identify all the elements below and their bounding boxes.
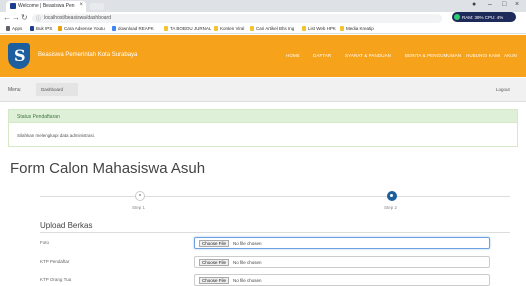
ktp-orang-tua-file-input[interactable]: Choose File No file chosen xyxy=(194,274,490,286)
dashboard-tab[interactable]: Dashboard xyxy=(36,83,78,96)
bookmark-item[interactable]: TA BOBOU JURNAL xyxy=(164,26,211,31)
site-favicon-icon xyxy=(10,3,16,9)
choose-file-button[interactable]: Choose File xyxy=(199,240,229,247)
bookmarks-bar: Apps Buk IPS Cara Adsense Youtu download… xyxy=(0,24,526,34)
bookmark-item[interactable]: Buk IPS xyxy=(30,26,52,31)
url-text: localhost/beasiswa/dashboard xyxy=(44,15,111,21)
bookmark-item[interactable]: Cari Artikel Bhs Ing xyxy=(250,26,294,31)
step-1-label: Step 1 xyxy=(132,205,146,210)
folder-icon xyxy=(302,26,306,31)
sysmon-text: RAM: 39% CPU: 4% xyxy=(462,15,504,20)
url-field[interactable]: ⓘ localhost/beasiswa/dashboard xyxy=(32,14,442,23)
folder-icon xyxy=(30,26,34,31)
page-title: Form Calon Mahasiswa Asuh xyxy=(10,160,206,177)
google-icon xyxy=(112,26,116,31)
new-tab-button[interactable] xyxy=(90,3,104,10)
step-2-label: Step 2 xyxy=(384,205,398,210)
stepper-line xyxy=(40,196,510,197)
section-divider xyxy=(40,232,510,233)
file-status: No file chosen xyxy=(233,260,262,265)
choose-file-button[interactable]: Choose File xyxy=(199,277,229,284)
reload-icon[interactable]: ↻ xyxy=(21,13,28,22)
field-label-ktp-orang-tua: KTP Orang Tua xyxy=(40,277,72,282)
sub-navbar xyxy=(0,78,526,102)
site-brand[interactable]: Beasiswa Pemerintah Kota Surabaya xyxy=(38,52,137,58)
bookmark-item[interactable]: Apps xyxy=(6,26,22,31)
ktp-pendaftar-file-input[interactable]: Choose File No file chosen xyxy=(194,256,490,268)
step-1-indicator[interactable] xyxy=(135,191,145,201)
address-bar-row: ← → ↻ ⓘ localhost/beasiswa/dashboard xyxy=(0,12,526,24)
minimize-icon[interactable]: – xyxy=(488,1,492,8)
user-icon[interactable]: ● xyxy=(472,1,476,8)
window-close-icon[interactable]: × xyxy=(515,1,519,8)
nav-akun[interactable]: AKUN xyxy=(504,53,517,58)
bookmark-item[interactable]: Konten Viral xyxy=(214,26,244,31)
maximize-icon[interactable]: □ xyxy=(502,1,506,8)
browser-tab[interactable]: Welcome | Beasiswa Pen × xyxy=(6,1,86,12)
bookmark-item[interactable]: List Web HPK xyxy=(302,26,336,31)
folder-icon xyxy=(250,26,254,31)
nav-hubungi-kami[interactable]: HUBUNGI KAMI xyxy=(466,53,500,58)
step-2-indicator[interactable] xyxy=(387,191,397,201)
folder-icon xyxy=(214,26,218,31)
nav-berita-pengumuman[interactable]: BERITA & PENGUMUMAN xyxy=(405,53,461,58)
menu-toggle[interactable]: Menu xyxy=(8,87,21,93)
tab-close-icon[interactable]: × xyxy=(79,2,83,8)
back-icon[interactable]: ← xyxy=(3,13,11,22)
logout-link[interactable]: Logout xyxy=(496,87,510,92)
field-label-ktp-pendaftar: KTP Pendaftar xyxy=(40,259,70,264)
site-info-icon[interactable]: ⓘ xyxy=(36,15,41,22)
file-status: No file chosen xyxy=(233,278,262,283)
folder-icon xyxy=(164,26,168,31)
section-title: Upload Berkas xyxy=(40,221,93,230)
bookmark-item[interactable]: download REAPK xyxy=(112,26,154,31)
surabaya-logo-icon[interactable]: S xyxy=(8,43,30,69)
field-label-foto: Foto xyxy=(40,240,50,245)
bookmark-item[interactable]: Cara Adsense Youtu xyxy=(58,26,105,31)
status-message: Silahkan melengkapi data administrasi. xyxy=(17,133,96,138)
status-title: Status Pendaftaran xyxy=(9,110,517,123)
file-status: No file chosen xyxy=(233,241,262,246)
nav-daftar[interactable]: DAFTAR xyxy=(313,53,331,58)
browser-tab-bar: Welcome | Beasiswa Pen × ● – □ × xyxy=(0,0,526,12)
folder-icon xyxy=(340,26,344,31)
system-monitor-widget: RAM: 39% CPU: 4% xyxy=(452,12,516,22)
tab-title: Welcome | Beasiswa Pen xyxy=(18,3,75,9)
forward-icon[interactable]: → xyxy=(12,13,20,22)
foto-file-input[interactable]: Choose File No file chosen xyxy=(194,237,490,249)
choose-file-button[interactable]: Choose File xyxy=(199,259,229,266)
apps-icon xyxy=(6,26,10,31)
nav-home[interactable]: HOME xyxy=(286,53,300,58)
monitor-status-icon xyxy=(454,14,460,20)
status-panel: Status Pendaftaran Silahkan melengkapi d… xyxy=(8,109,518,147)
bookmark-item[interactable]: Media Kreatip xyxy=(340,26,374,31)
nav-syarat-panduan[interactable]: SYARAT & PANDUAN xyxy=(345,53,391,58)
bookmark-icon xyxy=(58,26,62,31)
